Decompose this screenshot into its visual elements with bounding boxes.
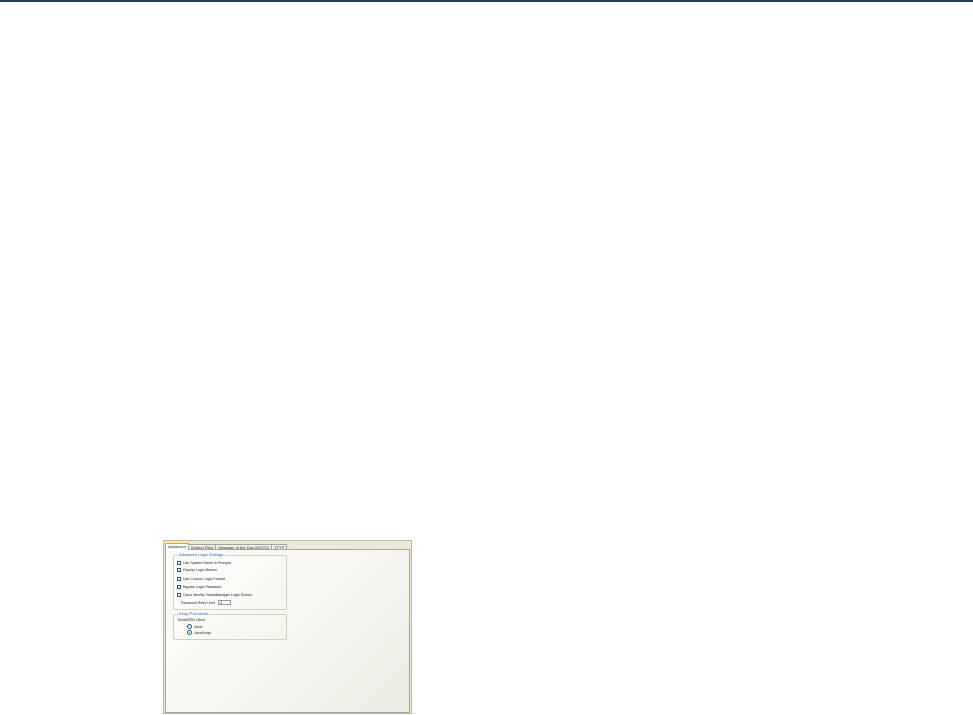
checkbox-custom-login-format[interactable] [177,577,181,581]
password-retry-label: Password Retry Limit [181,600,215,605]
radio-row-javascript[interactable]: JavaScript [187,630,211,635]
tab-advanced[interactable]: Advanced [165,543,189,550]
radio-javascript[interactable] [187,630,192,635]
keep-alive-group: Keep-Port Mode Telnet/SSH Client None Ja… [173,611,287,640]
checkbox-bypass-login-password[interactable] [177,585,181,589]
settings-dialog-screenshot: Advanced Startup Files Message of the Da… [163,540,412,714]
advanced-login-settings-legend: Advanced Login Settings [178,552,225,557]
advanced-login-settings-group: Advanced Login Settings Use System Name … [173,552,287,610]
radio-label: JavaScript [194,630,211,635]
checkbox-row-login-banner[interactable]: Display Login Banner [177,568,217,572]
checkbox-login-banner[interactable] [177,568,181,572]
password-retry-row: Password Retry Limit 3 [177,600,231,605]
checkbox-label: Bypass Login Password [183,585,222,589]
checkbox-login-screen[interactable] [177,593,181,597]
checkbox-label: Use Custom Login Format [183,577,225,581]
keep-alive-sublabel-text: Telnet/SSH Client [177,618,206,622]
checkbox-system-name[interactable] [177,561,181,565]
radio-row-none[interactable]: None [187,624,203,629]
checkbox-label: Display Login Banner [183,568,218,572]
top-divider-line [0,0,973,2]
radio-none[interactable] [187,624,192,629]
checkbox-row-system-name[interactable]: Use System Name in Prompts [177,561,231,565]
keep-alive-sublabel: Telnet/SSH Client [177,618,205,622]
password-retry-input[interactable]: 3 [217,600,231,605]
checkbox-row-login-screen[interactable]: Cisco Identity VirtualManager Login Scre… [177,593,252,597]
checkbox-row-custom-login-format[interactable]: Use Custom Login Format [177,577,225,581]
tab-content-advanced: Advanced Login Settings Use System Name … [165,549,410,713]
checkbox-label: Use System Name in Prompts [183,561,232,565]
radio-label: None [194,624,203,629]
checkbox-row-bypass-login-password[interactable]: Bypass Login Password [177,585,221,589]
checkbox-label: Cisco Identity VirtualManager Login Scre… [183,593,253,597]
keep-alive-legend: Keep-Port Mode [178,611,210,616]
